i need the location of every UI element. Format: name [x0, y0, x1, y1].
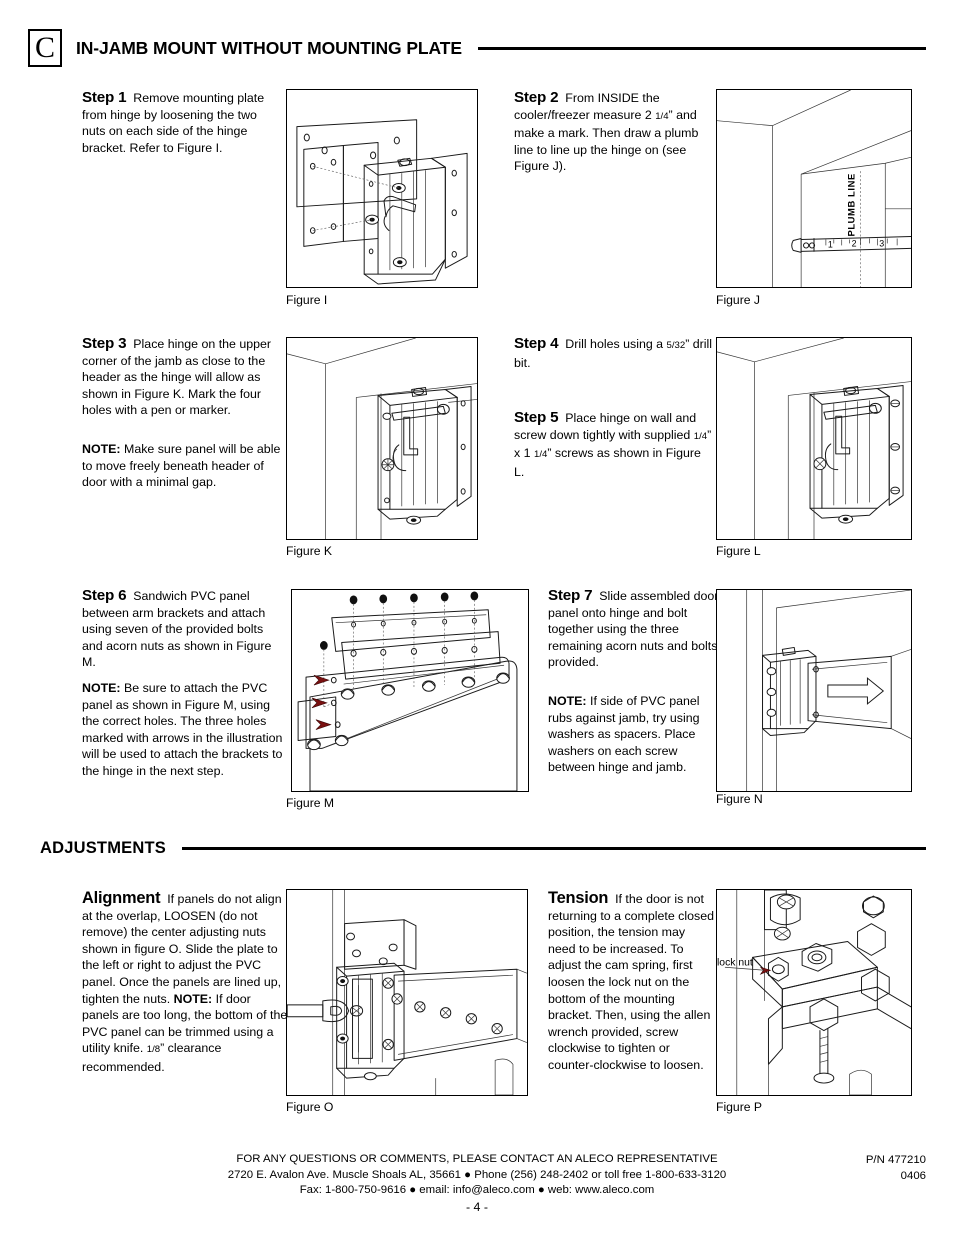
alignment-text: Alignment If panels do not align at the … — [82, 890, 288, 1076]
figure-l-frame — [716, 337, 912, 540]
tape-mark-3: 3 — [879, 238, 884, 248]
figure-n-frame — [716, 589, 912, 792]
step-7-label: Step 7 — [548, 587, 593, 604]
footer: FOR ANY QUESTIONS OR COMMENTS, PLEASE CO… — [0, 1152, 954, 1199]
step-5-text: Step 5 Place hinge on wall and screw dow… — [514, 409, 714, 480]
step-3-text: Step 3 Place hinge on the upper corner o… — [82, 335, 282, 491]
step-2-text: Step 2 From INSIDE the cooler/freezer me… — [514, 89, 719, 175]
step-6-note: Be sure to attach the PVC panel as shown… — [82, 680, 283, 778]
figure-m-illustration — [297, 591, 518, 791]
step-5-label: Step 5 — [514, 409, 559, 426]
step-6-text: Step 6 Sandwich PVC panel between arm br… — [82, 587, 287, 780]
figure-o-caption: Figure O — [286, 1100, 334, 1114]
step-7-note-label: NOTE: — [548, 693, 587, 708]
adjustments-rule — [181, 846, 926, 850]
footer-line-2: 2720 E. Avalon Ave. Muscle Shoals AL, 35… — [227, 1168, 727, 1181]
step-7-text: Step 7 Slide assembled door panel onto h… — [548, 587, 720, 776]
step-5-fraction-1: 1/4 — [693, 430, 708, 442]
step-3-label: Step 3 — [82, 335, 127, 352]
step-2-fraction: 1/4 — [655, 110, 669, 122]
figure-p-frame: lock nut — [716, 889, 912, 1096]
figure-p-caption: Figure P — [716, 1100, 763, 1114]
alignment-fraction: 1/8 — [146, 1044, 161, 1056]
figure-n-caption: Figure N — [716, 792, 763, 806]
date-code: 0406 — [900, 1169, 926, 1182]
adjustments-header: ADJUSTMENTS — [40, 836, 926, 860]
step-3-note-label: NOTE: — [82, 441, 121, 456]
step-2-label: Step 2 — [514, 89, 559, 106]
footer-part-number-block: P/N 477210 0406 — [866, 1153, 926, 1184]
adjustments-title: ADJUSTMENTS — [40, 838, 166, 857]
tension-text: Tension If the door is not returning to … — [548, 890, 716, 1074]
figure-o-illustration — [287, 890, 527, 1095]
figure-l-illustration — [717, 338, 911, 539]
figure-j-frame: PLUMB LINE 1 2 3 — [716, 89, 912, 288]
figure-k-frame — [286, 337, 478, 540]
section-header: C IN-JAMB MOUNT WITHOUT MOUNTING PLATE — [28, 28, 926, 68]
page-number: - 4 - — [465, 1200, 489, 1214]
tape-mark-1: 1 — [828, 239, 833, 249]
footer-line-1: FOR ANY QUESTIONS OR COMMENTS, PLEASE CO… — [236, 1153, 718, 1165]
figure-i-frame — [286, 89, 478, 288]
step-6-note-label: NOTE: — [82, 680, 121, 695]
footer-line-3: Fax: 1-800-750-9616 ● email: info@aleco.… — [299, 1184, 655, 1197]
figure-i-caption: Figure I — [286, 293, 328, 307]
step-1-text: Step 1 Remove mounting plate from hinge … — [82, 89, 282, 156]
tension-label: Tension — [548, 889, 609, 907]
figure-p-illustration: lock nut — [717, 890, 911, 1095]
section-header-rule — [477, 46, 926, 50]
step-4-body-a: Drill holes using a — [565, 337, 667, 351]
step-1-label: Step 1 — [82, 89, 127, 106]
step-4-fraction: 5/32 — [666, 340, 686, 351]
alignment-label: Alignment — [82, 889, 161, 907]
figure-o-frame — [286, 889, 528, 1096]
figure-k-caption: Figure K — [286, 544, 333, 558]
step-5-fraction-2: 1/4 — [533, 449, 548, 461]
tension-body2: To adjust the cam spring, first loosen t… — [548, 941, 711, 1072]
part-number: P/N 477210 — [865, 1154, 926, 1166]
figure-l-caption: Figure L — [716, 544, 761, 558]
tape-mark-2: 2 — [852, 238, 857, 248]
step-4-label: Step 4 — [514, 335, 559, 352]
figure-j-caption: Figure J — [716, 293, 761, 307]
section-title: IN-JAMB MOUNT WITHOUT MOUNTING PLATE — [76, 37, 462, 58]
figure-i-illustration — [296, 119, 468, 285]
figure-j-illustration: PLUMB LINE 1 2 3 — [717, 90, 911, 287]
section-letter-badge: C — [28, 29, 62, 67]
step-4-text: Step 4 Drill holes using a 5/32” drill b… — [514, 335, 714, 371]
figure-n-illustration — [746, 590, 911, 791]
figure-k-illustration — [287, 338, 477, 539]
figure-m-frame — [291, 589, 529, 792]
step-6-label: Step 6 — [82, 587, 127, 604]
figure-m-caption: Figure M — [286, 796, 335, 810]
alignment-note-label: NOTE: — [173, 991, 213, 1006]
lock-nut-label: lock nut — [717, 957, 753, 968]
plumb-line-label: PLUMB LINE — [846, 173, 857, 236]
